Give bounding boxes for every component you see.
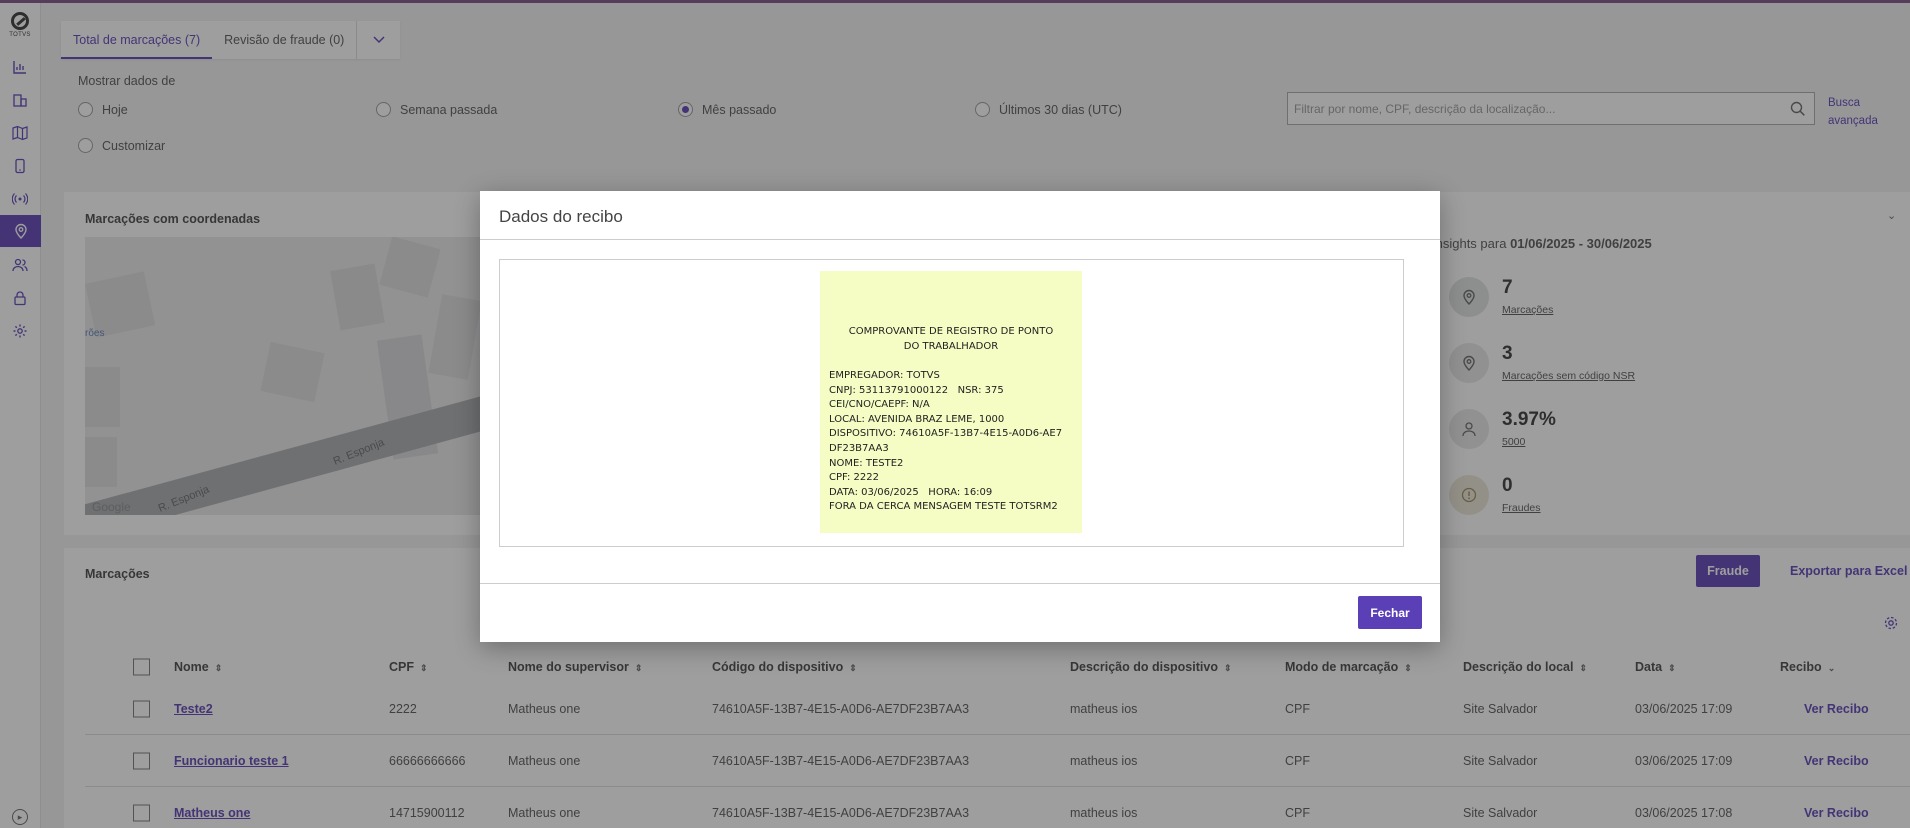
- modal-title: Dados do recibo: [499, 207, 623, 226]
- receipt-title-line: COMPROVANTE DE REGISTRO DE PONTO: [848, 326, 1054, 337]
- receipt-line: CNPJ: 53113791000122 NSR: 375: [829, 384, 1004, 396]
- receipt-line: EMPREGADOR: TOTVS: [829, 370, 940, 381]
- divider: [480, 583, 1440, 584]
- receipt-title: COMPROVANTE DE REGISTRO DE PONTO DO TRAB…: [820, 324, 1082, 354]
- receipt-line: CPF: 2222: [829, 472, 879, 484]
- receipt-line: CEI/CNO/CAEPF: N/A: [829, 399, 930, 411]
- receipt-line: DF23B7AA3: [829, 442, 889, 454]
- receipt-title-line: DO TRABALHADOR: [903, 341, 999, 352]
- divider: [480, 239, 1440, 240]
- receipt-line: LOCAL: AVENIDA BRAZ LEME, 1000: [829, 413, 1005, 425]
- receipt-line: FORA DA CERCA MENSAGEM TESTE TOTSRM2: [829, 501, 1058, 513]
- receipt-line: DATA: 03/06/2025 HORA: 16:09: [829, 486, 993, 498]
- receipt-line: DISPOSITIVO: 74610A5F-13B7-4E15-A0D6-AE7: [829, 428, 1063, 440]
- receipt-image: COMPROVANTE DE REGISTRO DE PONTO DO TRAB…: [820, 271, 1082, 533]
- receipt-body: EMPREGADOR: TOTVS CNPJ: 53113791000122 N…: [829, 369, 1062, 515]
- close-button[interactable]: Fechar: [1358, 596, 1422, 629]
- receipt-modal: Dados do recibo COMPROVANTE DE REGISTRO …: [480, 191, 1440, 642]
- receipt-line: NOME: TESTE2: [829, 457, 904, 469]
